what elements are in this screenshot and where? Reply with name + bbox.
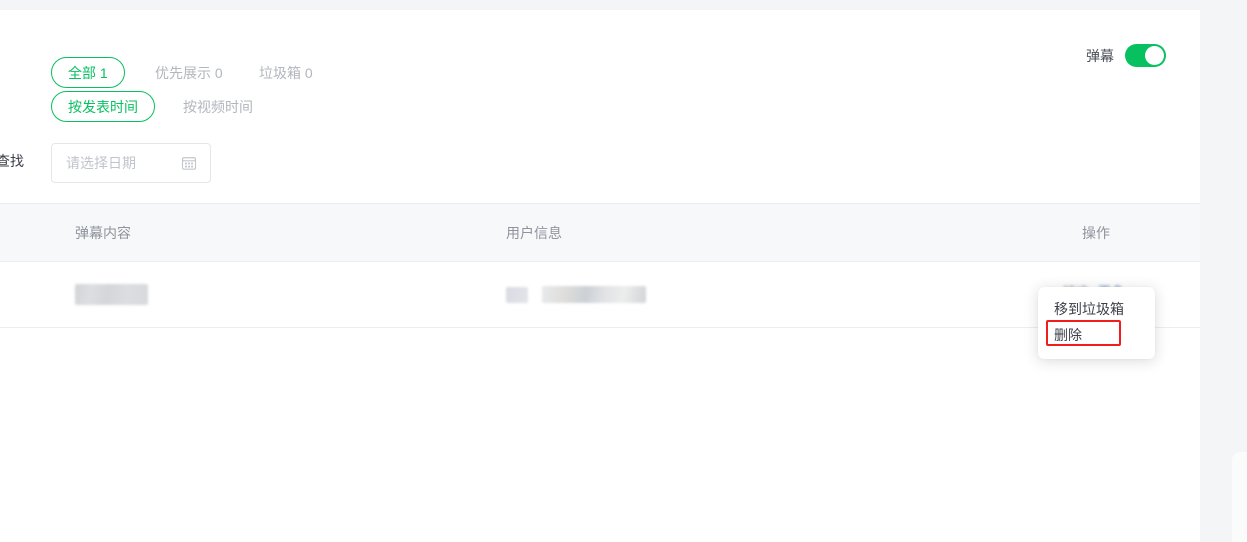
row-action-popup-menu: 移到垃圾箱 删除: [1038, 287, 1155, 359]
menu-item-move-to-trash[interactable]: 移到垃圾箱: [1038, 296, 1155, 322]
calendar-icon: [181, 155, 197, 171]
tab-priority[interactable]: 优先展示 0: [138, 57, 240, 88]
redacted-user-name-block: [542, 286, 646, 303]
redacted-user-avatar-block: [506, 286, 528, 303]
cell-user: [506, 262, 906, 327]
content-card: 全部 1 优先展示 0 垃圾箱 0 弹幕 按发表时间 按视频时间 间查找 请选择…: [0, 10, 1200, 542]
column-header-time: 间: [0, 204, 74, 261]
menu-item-delete[interactable]: 删除: [1038, 322, 1155, 348]
tab-trash[interactable]: 垃圾箱 0: [242, 57, 330, 88]
column-header-content: 弹幕内容: [75, 224, 131, 241]
column-header-user: 用户信息: [506, 224, 562, 241]
table-header-row: 间 弹幕内容 用户信息 操作: [0, 203, 1200, 262]
background-panel-corner: [1232, 452, 1247, 542]
sort-publish[interactable]: 按发表时间: [51, 91, 155, 122]
date-search-label: 间查找: [0, 153, 24, 169]
danmu-toggle-group: 弹幕: [1086, 44, 1166, 67]
danmu-toggle-switch[interactable]: [1125, 44, 1166, 67]
date-input[interactable]: 请选择日期: [51, 143, 211, 183]
danmu-toggle-label: 弹幕: [1086, 47, 1114, 64]
table-row[interactable]: [0, 262, 1200, 328]
date-input-placeholder: 请选择日期: [66, 155, 136, 171]
tab-all[interactable]: 全部 1: [51, 57, 125, 88]
danmu-table: 间 弹幕内容 用户信息 操作: [0, 203, 1200, 328]
sort-video[interactable]: 按视频时间: [166, 91, 270, 122]
screenshot-root: 全部 1 优先展示 0 垃圾箱 0 弹幕 按发表时间 按视频时间 间查找 请选择…: [0, 0, 1247, 542]
cell-content: [75, 262, 495, 327]
toggle-knob: [1145, 46, 1164, 65]
date-search-row: 间查找 请选择日期: [0, 141, 1200, 187]
redacted-content-block: [75, 284, 148, 305]
status-filter-tabs: 全部 1 优先展示 0 垃圾箱 0: [0, 28, 1200, 88]
cell-time: [0, 262, 74, 327]
column-header-action: 操作: [1082, 224, 1110, 241]
